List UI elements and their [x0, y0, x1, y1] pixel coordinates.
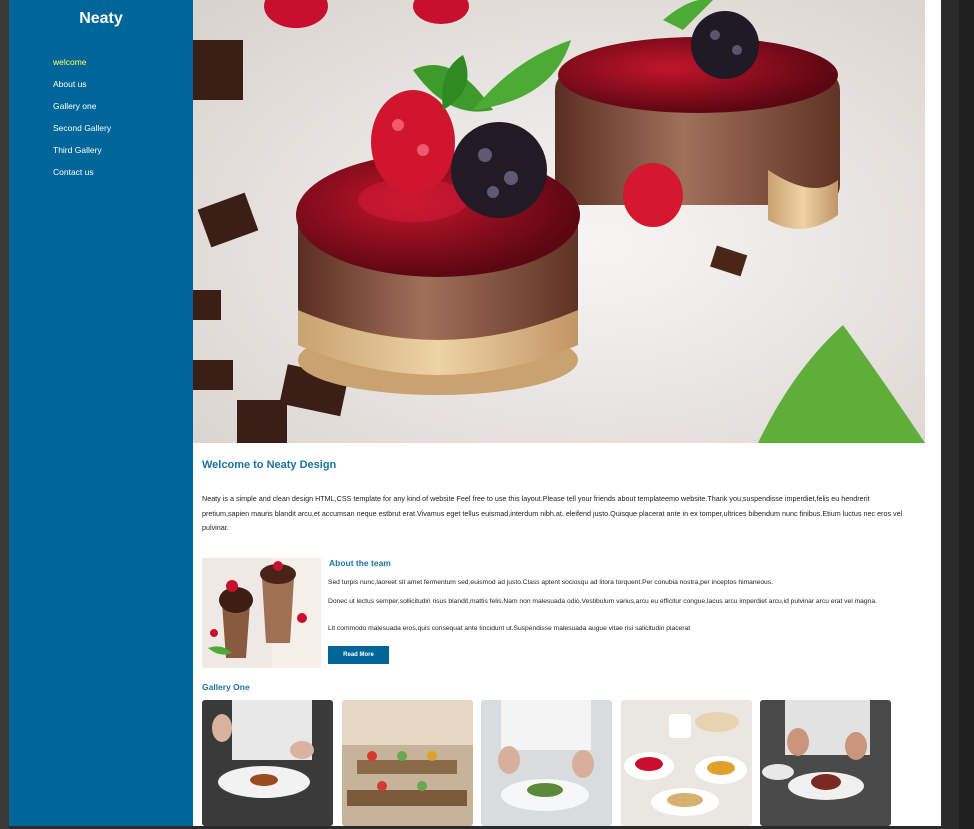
hero-image	[193, 0, 925, 443]
welcome-heading: Welcome to Neaty Design	[202, 459, 337, 471]
team-paragraph-1: Sed turpis nunc,laoreet sit amet ferment…	[328, 579, 773, 586]
nav-item-welcome[interactable]: welcome	[53, 56, 111, 78]
sidebar-nav: welcome About us Gallery one Second Gall…	[53, 56, 111, 188]
welcome-paragraph: Neaty is a simple and clean design HTML,…	[202, 494, 903, 532]
nav-item-third-gallery[interactable]: Third Gallery	[53, 144, 111, 166]
gallery-thumb-5[interactable]	[760, 700, 891, 826]
gallery-thumb-2[interactable]	[342, 700, 473, 826]
nav-item-gallery-one[interactable]: Gallery one	[53, 100, 111, 122]
read-more-button[interactable]: Read More	[328, 646, 389, 664]
brunch-table-icon	[621, 700, 752, 826]
nav-item-about-us[interactable]: About us	[53, 78, 111, 100]
team-heading: About the team	[329, 558, 391, 568]
window-left-edge	[0, 0, 9, 829]
gallery-thumb-3[interactable]	[481, 700, 612, 826]
page: Neaty welcome About us Gallery one Secon…	[9, 0, 941, 826]
team-photo	[202, 558, 321, 668]
scrollbar-track[interactable]	[959, 0, 974, 829]
site-logo[interactable]: Neaty	[9, 10, 193, 28]
sidebar: Neaty welcome About us Gallery one Secon…	[9, 0, 193, 826]
gallery-thumb-4[interactable]	[621, 700, 752, 826]
nav-item-contact-us[interactable]: Contact us	[53, 166, 111, 188]
dessert-cups-icon	[202, 558, 321, 668]
cake-photo-icon	[193, 0, 925, 443]
chef-garnish-icon	[760, 700, 891, 826]
team-paragraph-2: Donec ut lectus semper,sollicitudin risu…	[328, 598, 877, 605]
chef-bowl-icon	[481, 700, 612, 826]
buffet-icon	[342, 700, 473, 826]
gallery-heading: Gallery One	[202, 682, 250, 692]
chef-plating-icon	[202, 700, 333, 826]
team-paragraph-3: Lit commodo malesuada eros,quis consequa…	[328, 625, 691, 632]
nav-item-second-gallery[interactable]: Second Gallery	[53, 122, 111, 144]
gallery-thumb-1[interactable]	[202, 700, 333, 826]
